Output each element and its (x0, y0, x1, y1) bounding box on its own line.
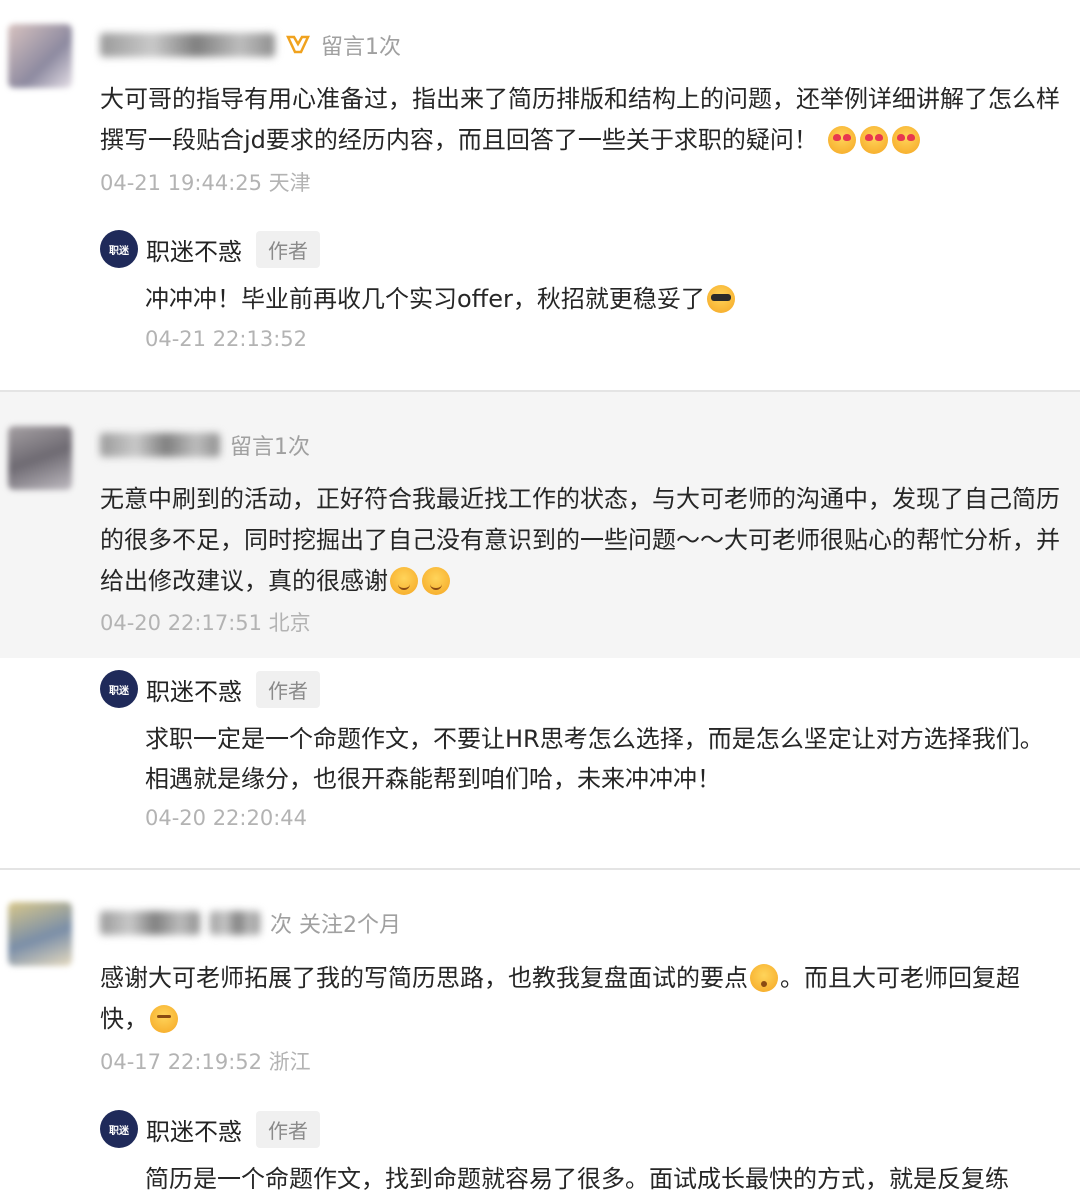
author-reply-content: 求职一定是一个命题作文，不要让HR思考怎么选择，而是怎么坚定让对方选择我们。相遇… (145, 719, 1045, 799)
author-logo-text: 职迷 (109, 1125, 129, 1137)
comment-content: 无意中刷到的活动，正好符合我最近找工作的状态，与大可老师的沟通中，发现了自己简历… (100, 479, 1060, 602)
smile-emoji (422, 567, 450, 595)
author-logo[interactable]: 职迷 (100, 230, 138, 268)
comment-header: 留言1次 (100, 430, 310, 460)
user-nickname-blurred (210, 911, 260, 935)
author-reply-header: 职迷 职迷不惑 作者 (100, 230, 320, 268)
comment-count-text: 次 关注2个月 (270, 913, 401, 938)
author-tag: 作者 (256, 230, 320, 268)
shushing-emoji (750, 964, 778, 992)
comment-item: 留言1次 大可哥的指导有用心准备过，指出来了简历排版和结构上的问题，还举例详细讲… (0, 0, 1080, 390)
author-logo[interactable]: 职迷 (100, 670, 138, 708)
author-name[interactable]: 职迷不惑 (146, 232, 242, 267)
author-reply-content: 简历是一个命题作文，找到命题就容易了很多。面试成长最快的方式，就是反复练 (145, 1159, 1045, 1199)
comment-header: 留言1次 (100, 30, 401, 60)
fan-badge-icon (285, 32, 311, 58)
author-name[interactable]: 职迷不惑 (146, 1112, 242, 1147)
heart-eyes-emoji (891, 126, 920, 154)
user-avatar[interactable] (8, 24, 72, 88)
comment-header: 次 关注2个月 (100, 908, 401, 938)
comment-time: 04-21 19:44:25 天津 (100, 171, 311, 195)
comment-item: 留言1次 无意中刷到的活动，正好符合我最近找工作的状态，与大可老师的沟通中，发现… (0, 392, 1080, 868)
comment-count-text: 留言1次 (321, 35, 401, 60)
comment-text: 感谢大可老师拓展了我的写简历思路，也教我复盘面试的要点 (100, 964, 748, 992)
reply-text: 求职一定是一个命题作文，不要让HR思考怎么选择，而是怎么坚定让对方选择我们。相遇… (145, 725, 1044, 793)
author-logo[interactable]: 职迷 (100, 1110, 138, 1148)
comment-content: 大可哥的指导有用心准备过，指出来了简历排版和结构上的问题，还举例详细讲解了怎么样… (100, 79, 1060, 161)
reply-text: 冲冲冲！毕业前再收几个实习offer，秋招就更稳妥了 (145, 285, 705, 313)
smile-emoji (390, 567, 418, 595)
thinking-emoji (150, 1005, 178, 1033)
sunglasses-emoji (706, 285, 735, 313)
author-reply-header: 职迷 职迷不惑 作者 (100, 670, 320, 708)
comment-item: 次 关注2个月 感谢大可老师拓展了我的写简历思路，也教我复盘面试的要点 。而且大可… (0, 870, 1080, 1201)
user-nickname-blurred[interactable] (100, 433, 220, 457)
comment-time: 04-17 22:19:52 浙江 (100, 1050, 311, 1074)
comment-text: 无意中刷到的活动，正好符合我最近找工作的状态，与大可老师的沟通中，发现了自己简历… (100, 485, 1060, 595)
author-name[interactable]: 职迷不惑 (146, 672, 242, 707)
author-reply-content: 冲冲冲！毕业前再收几个实习offer，秋招就更稳妥了 (145, 279, 1045, 319)
comment-time: 04-20 22:17:51 北京 (100, 611, 311, 635)
user-avatar[interactable] (8, 426, 72, 490)
author-tag: 作者 (256, 1110, 320, 1148)
author-reply-header: 职迷 职迷不惑 作者 (100, 1110, 320, 1148)
author-logo-text: 职迷 (109, 245, 129, 257)
reply-text: 简历是一个命题作文，找到命题就容易了很多。面试成长最快的方式，就是反复练 (145, 1165, 1009, 1193)
reply-time: 04-20 22:20:44 (145, 806, 308, 830)
user-nickname-blurred[interactable] (100, 33, 275, 57)
author-logo-text: 职迷 (109, 685, 129, 697)
user-nickname-blurred[interactable] (100, 911, 200, 935)
user-avatar[interactable] (8, 902, 72, 966)
comment-count-text: 留言1次 (230, 435, 310, 460)
heart-eyes-emoji (859, 126, 888, 154)
author-tag: 作者 (256, 670, 320, 708)
comment-content: 感谢大可老师拓展了我的写简历思路，也教我复盘面试的要点 。而且大可老师回复超快， (100, 958, 1060, 1040)
heart-eyes-emoji (827, 126, 856, 154)
reply-time: 04-21 22:13:52 (145, 327, 308, 351)
